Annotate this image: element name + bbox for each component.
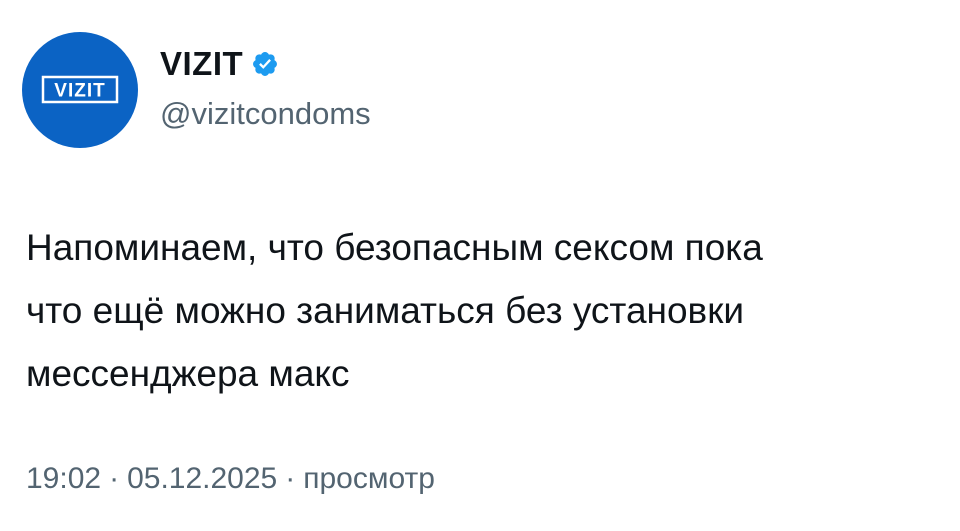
views-label[interactable]: просмотр <box>303 459 435 499</box>
avatar[interactable]: VIZIT <box>22 32 138 148</box>
tweet-time[interactable]: 19:02 <box>26 459 101 499</box>
vizit-logo-icon: VIZIT <box>41 75 119 104</box>
verified-badge-icon <box>251 50 279 78</box>
author-name-row[interactable]: VIZIT <box>160 44 371 84</box>
tweet-meta: 19:02 · 05.12.2025 · просмотр <box>26 459 435 499</box>
author-handle[interactable]: @vizitcondoms <box>160 96 371 132</box>
tweet: VIZIT VIZIT @vizitcondoms Напоминаем, чт… <box>0 0 960 531</box>
meta-separator: · <box>285 462 296 495</box>
tweet-date[interactable]: 05.12.2025 <box>127 459 277 499</box>
display-name[interactable]: VIZIT <box>160 44 243 84</box>
svg-text:VIZIT: VIZIT <box>54 81 105 102</box>
author-info: VIZIT @vizitcondoms <box>160 44 371 132</box>
meta-separator: · <box>109 462 120 495</box>
tweet-text: Напоминаем, что безопасным сексом пока ч… <box>26 227 763 394</box>
